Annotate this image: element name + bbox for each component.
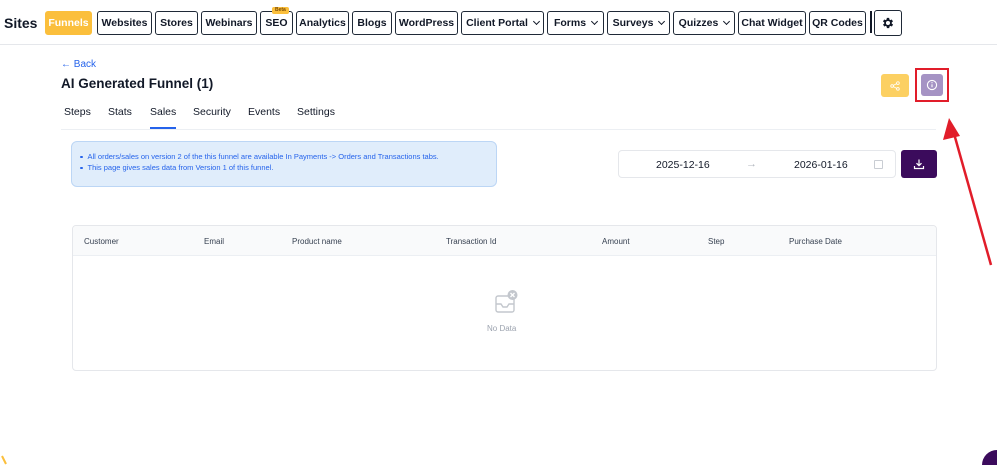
alert-line-text: All orders/sales on version 2 of the thi… [87, 152, 439, 161]
nav-chat-widget-label: Chat Widget [741, 17, 803, 29]
nav-blogs[interactable]: Blogs [352, 11, 392, 35]
nav-stores-label: Stores [160, 17, 193, 29]
nav-seo-label: SEO [265, 17, 288, 29]
nav-quizzes-label: Quizzes [678, 17, 719, 29]
date-end-input[interactable]: 2026-01-16 [794, 159, 848, 171]
share-button[interactable] [881, 74, 909, 97]
chat-launcher-button[interactable] [982, 450, 997, 465]
nav-forms[interactable]: Forms [547, 11, 604, 35]
sparkle-icon [1, 455, 7, 465]
nav-webinars[interactable]: Webinars [201, 11, 257, 35]
nav-client-portal[interactable]: Client Portal [461, 11, 544, 35]
nav-chat-widget[interactable]: Chat Widget [738, 11, 806, 35]
share-icon [890, 80, 900, 91]
nav-websites-label: Websites [101, 17, 148, 29]
nav-webinars-label: Webinars [205, 17, 253, 29]
nav-divider [870, 11, 872, 33]
tabs-divider [61, 129, 936, 130]
alert-line-text: This page gives sales data from Version … [87, 163, 274, 172]
calendar-icon [874, 160, 883, 169]
nav-wordpress[interactable]: WordPress [395, 11, 458, 35]
annotation-highlight-box [915, 68, 949, 102]
column-header-step: Step [708, 237, 725, 246]
page-title: AI Generated Funnel (1) [61, 76, 214, 91]
nav-funnels[interactable]: Funnels [45, 11, 92, 35]
empty-inbox-icon [495, 290, 518, 313]
nav-websites[interactable]: Websites [97, 11, 152, 35]
column-header-product-name: Product name [292, 237, 342, 246]
alert-line: This page gives sales data from Version … [80, 162, 496, 173]
tab-events[interactable]: Events [248, 106, 280, 118]
chevron-down-icon [723, 17, 731, 26]
settings-button[interactable] [874, 10, 902, 36]
chevron-down-icon [532, 17, 540, 26]
tab-steps[interactable]: Steps [64, 106, 91, 118]
empty-state-text: No Data [487, 324, 517, 333]
nav-seo[interactable]: SEO [260, 11, 293, 35]
column-header-purchase-date: Purchase Date [789, 237, 842, 246]
nav-forms-label: Forms [553, 17, 587, 29]
nav-analytics[interactable]: Analytics [296, 11, 349, 35]
annotation-arrow [943, 118, 993, 266]
sales-table: Customer Email Product name Transaction … [72, 225, 937, 371]
info-alert: All orders/sales on version 2 of the thi… [71, 141, 497, 187]
nav-qr-codes-label: QR Codes [812, 17, 863, 29]
tab-settings[interactable]: Settings [297, 106, 335, 118]
nav-qr-codes[interactable]: QR Codes [809, 11, 866, 35]
date-range-picker[interactable]: 2025-12-16 → 2026-01-16 [618, 150, 896, 178]
column-header-transaction-id: Transaction Id [446, 237, 497, 246]
back-link[interactable]: ← Back [61, 59, 96, 70]
column-header-email: Email [204, 237, 225, 246]
sites-title: Sites [4, 15, 38, 31]
top-nav: Sites Funnels Websites Stores Webinars S… [0, 0, 997, 45]
nav-surveys[interactable]: Surveys [607, 11, 670, 35]
nav-wordpress-label: WordPress [398, 17, 455, 29]
tab-sales[interactable]: Sales [150, 106, 176, 118]
bullet-icon [80, 166, 83, 170]
nav-quizzes[interactable]: Quizzes [673, 11, 735, 35]
alert-line: All orders/sales on version 2 of the thi… [80, 151, 496, 162]
chevron-down-icon [658, 17, 666, 26]
tab-security[interactable]: Security [193, 106, 231, 118]
nav-client-portal-label: Client Portal [466, 17, 528, 29]
gear-icon [882, 17, 894, 29]
nav-blogs-label: Blogs [357, 17, 387, 29]
download-icon [913, 159, 925, 170]
nav-analytics-label: Analytics [299, 17, 346, 29]
nav-surveys-label: Surveys [612, 17, 654, 29]
beta-badge: Beta [272, 7, 289, 14]
bullet-icon [80, 155, 83, 159]
nav-stores[interactable]: Stores [155, 11, 198, 35]
tab-stats[interactable]: Stats [108, 106, 132, 118]
date-start-input[interactable]: 2025-12-16 [656, 159, 710, 171]
chevron-down-icon [591, 17, 599, 26]
date-range-arrow-icon: → [746, 158, 757, 170]
column-header-customer: Customer [84, 237, 119, 246]
column-header-amount: Amount [602, 237, 630, 246]
nav-funnels-label: Funnels [48, 17, 89, 29]
table-header: Customer Email Product name Transaction … [73, 226, 936, 256]
